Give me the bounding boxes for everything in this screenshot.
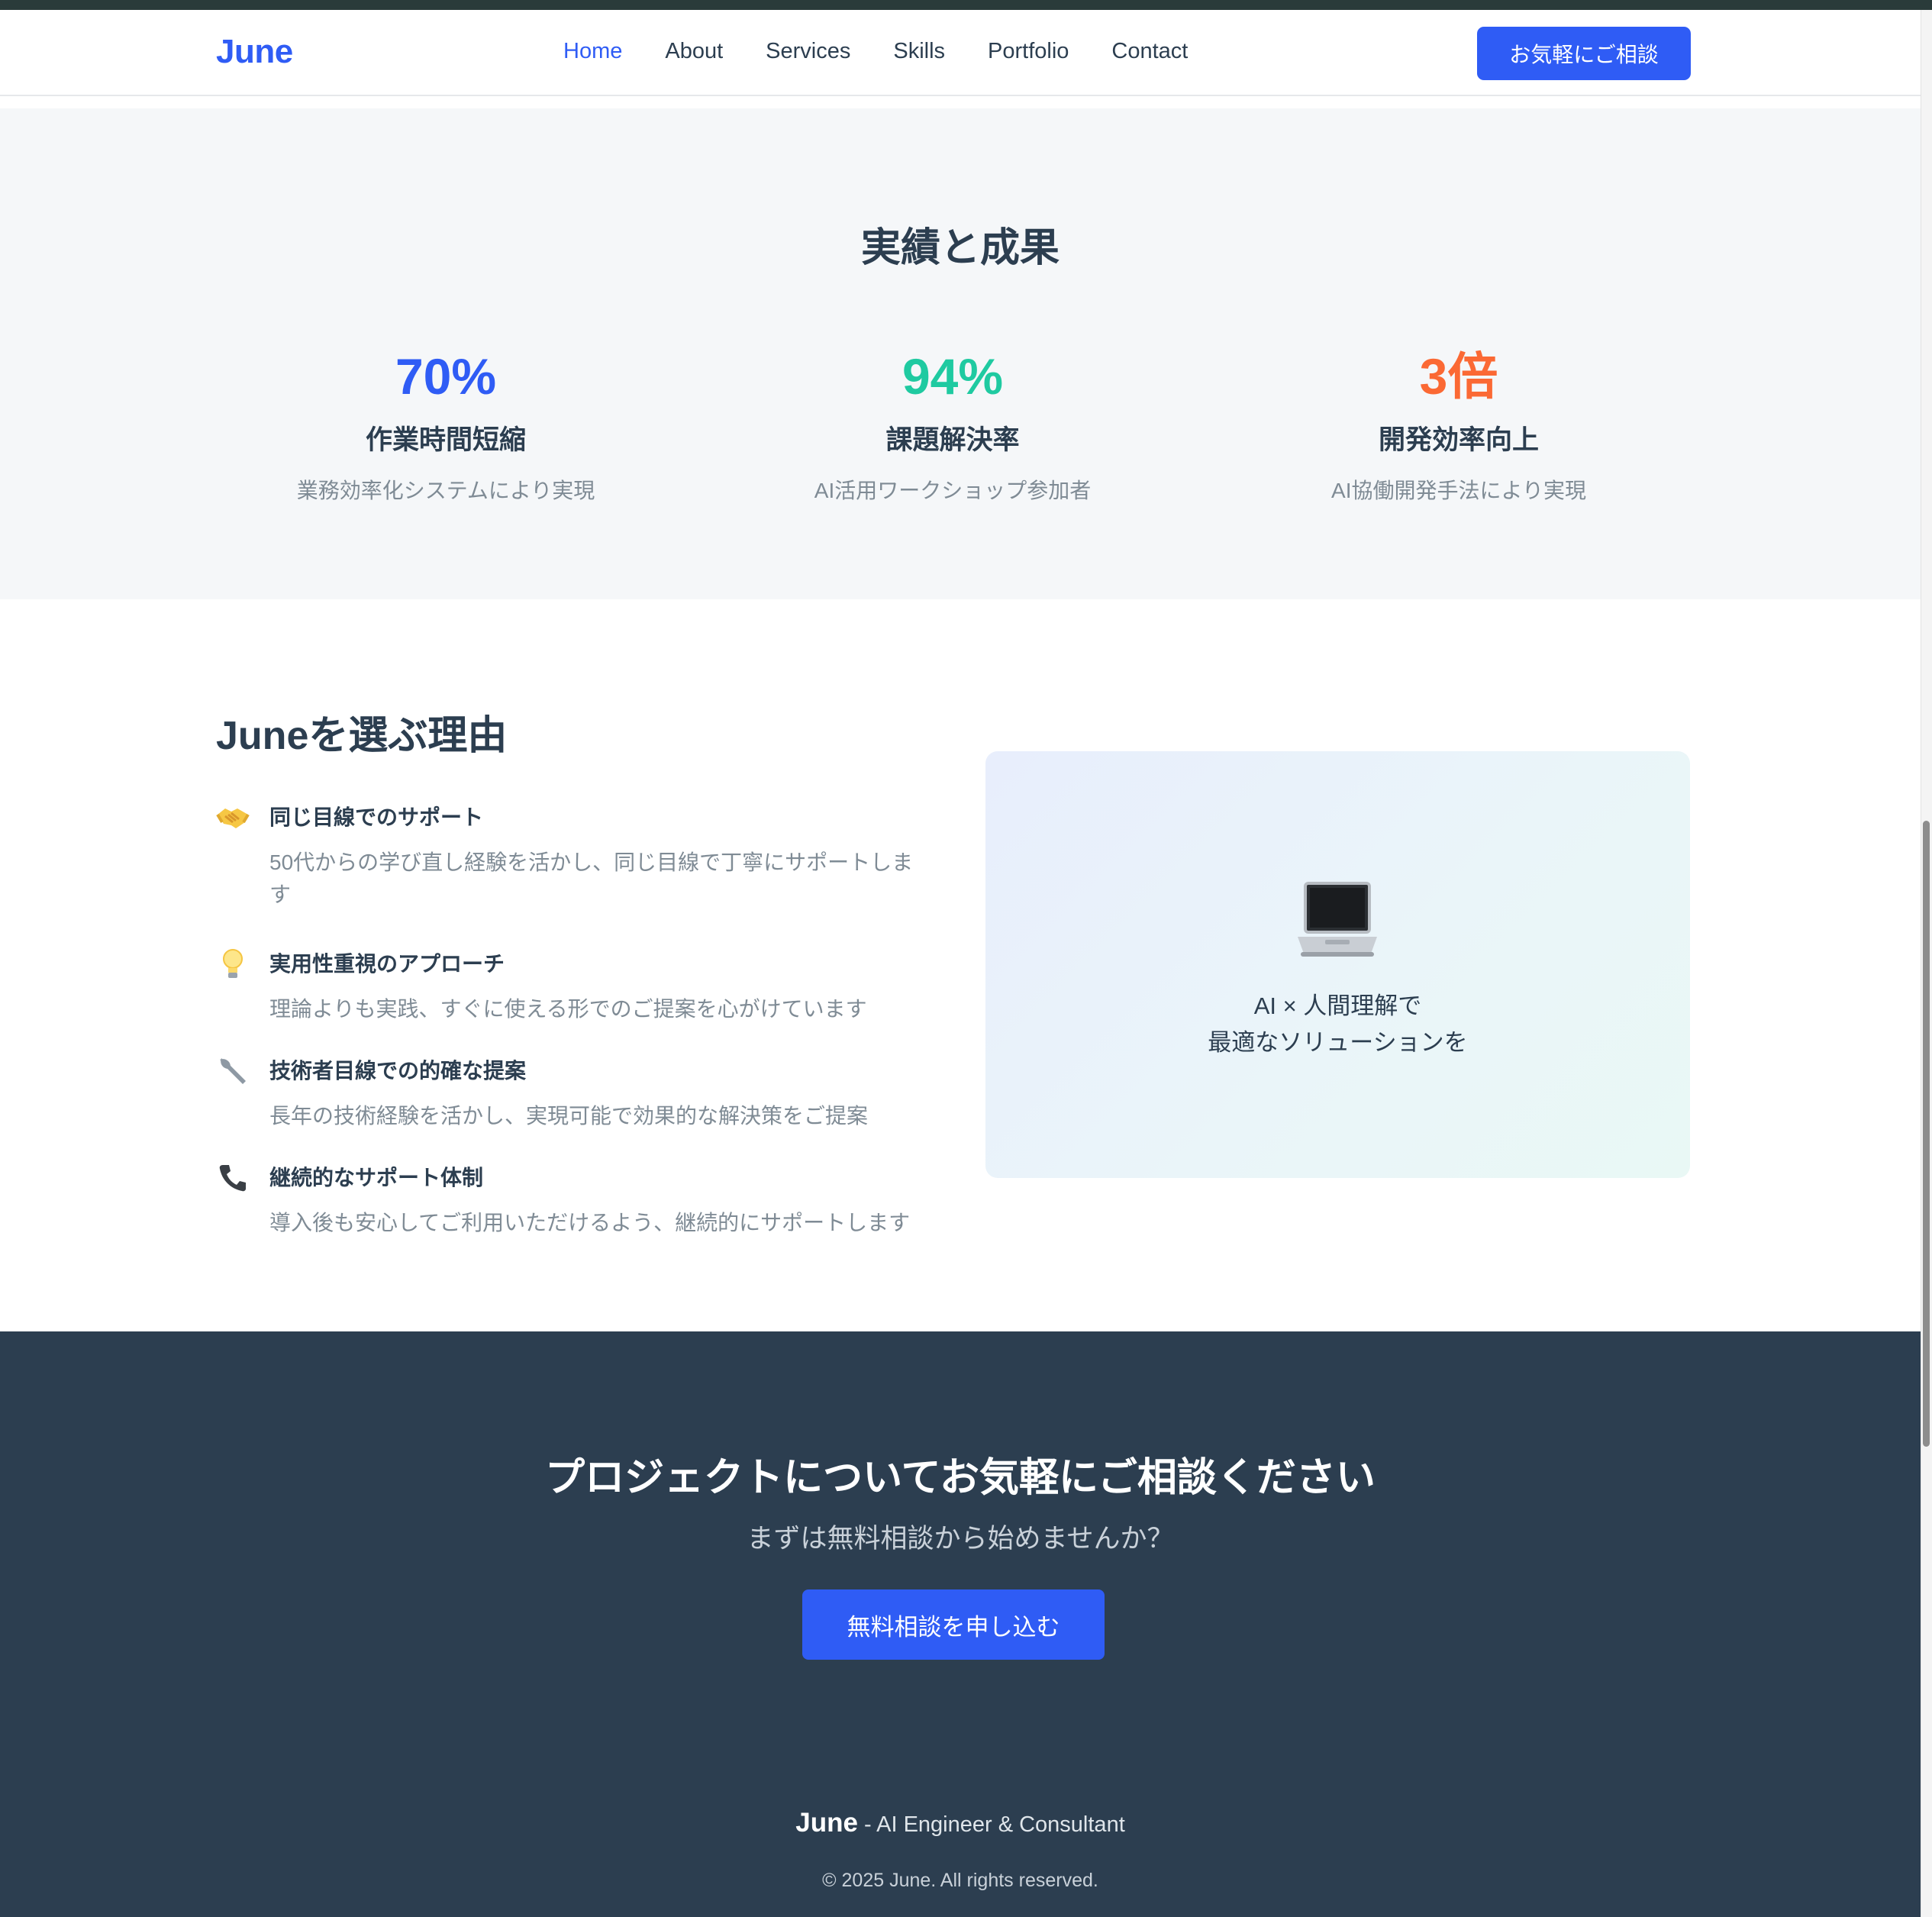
stat-value: 94% (901, 348, 1004, 405)
footer-brand-line: June - AI Engineer & Consultant (0, 1808, 1921, 1838)
nav-home[interactable]: Home (563, 39, 622, 64)
main-nav: Home About Services Skills Portfolio Con… (563, 39, 1230, 64)
reason-title: 同じ目線でのサポート (269, 805, 484, 829)
page: June Home About Services Skills Portfoli… (0, 10, 1921, 1917)
reason-item: 技術者目線での的確な提案 長年の技術経験を活かし、実現可能で効果的な解決策をご提… (216, 1054, 934, 1132)
stats-title: 実績と成果 (860, 226, 1060, 270)
nav-services[interactable]: Services (766, 39, 850, 64)
stats-section: 実績と成果 70% 作業時間短縮 業務効率化システムにより実現 94% 課題解決… (0, 108, 1921, 599)
stat-value: 70% (395, 348, 497, 405)
stat-desc: AI協働開発手法により実現 (1331, 479, 1586, 502)
wrench-icon (216, 1054, 250, 1088)
footer-copyright: © 2025 June. All rights reserved. (822, 1870, 1098, 1891)
nav-about[interactable]: About (665, 39, 723, 64)
stat-label: 開発効率向上 (1378, 425, 1539, 455)
handshake-icon (216, 801, 250, 834)
lightbulb-icon (216, 947, 250, 981)
footer-brand: June (795, 1808, 858, 1838)
stat-label: 作業時間短縮 (365, 425, 526, 455)
visual-line-1: AI × 人間理解で (1253, 992, 1422, 1019)
phone-icon (216, 1161, 250, 1195)
reason-title: 技術者目線での的確な提案 (269, 1059, 527, 1083)
reason-desc: 理論よりも実践、すぐに使える形でのご提案を心がけています (269, 997, 867, 1021)
browser-frame-top (0, 0, 1932, 10)
visual-card: AI × 人間理解で 最適なソリューションを (985, 751, 1690, 1178)
nav-contact[interactable]: Contact (1111, 39, 1188, 64)
nav-portfolio[interactable]: Portfolio (988, 39, 1069, 64)
reason-desc: 導入後も安心してご利用いただけるよう、継続的にサポートします (269, 1211, 911, 1234)
visual-line-2: 最適なソリューションを (1208, 1029, 1468, 1056)
reason-item: 継続的なサポート体制 導入後も安心してご利用いただけるよう、継続的にサポートしま… (216, 1161, 934, 1239)
reason-desc: 長年の技術経験を活かし、実現可能で効果的な解決策をご提案 (269, 1104, 869, 1128)
stat-desc: 業務効率化システムにより実現 (296, 479, 595, 502)
reason-title: 実用性重視のアプローチ (269, 952, 505, 976)
nav-skills[interactable]: Skills (893, 39, 945, 64)
stat-label: 課題解決率 (885, 425, 1020, 455)
laptop-icon (1295, 877, 1380, 967)
cta-section: プロジェクトについてお気軽にご相談ください まずは無料相談から始めませんか？ 無… (0, 1331, 1921, 1917)
footer-tagline: - AI Engineer & Consultant (857, 1812, 1125, 1837)
reason-title: 継続的なサポート体制 (269, 1166, 484, 1189)
logo[interactable]: June (216, 33, 293, 71)
stat-item: 70% 作業時間短縮 業務効率化システムにより実現 (179, 351, 713, 505)
stat-item: 3倍 開発効率向上 AI協働開発手法により実現 (1192, 351, 1726, 505)
stat-desc: AI活用ワークショップ参加者 (814, 479, 1092, 502)
cta-title: プロジェクトについてお気軽にご相談ください (545, 1456, 1376, 1500)
reason-item: 同じ目線でのサポート 50代からの学び直し経験を活かし、同じ目線で丁寧にサポート… (216, 801, 934, 911)
why-title: Juneを選ぶ理由 (216, 714, 508, 758)
stat-item: 94% 課題解決率 AI活用ワークショップ参加者 (685, 351, 1220, 505)
header-consult-button[interactable]: お気軽にご相談 (1477, 27, 1691, 80)
cta-subtitle: まずは無料相談から始めませんか？ (747, 1524, 1174, 1554)
reason-item: 実用性重視のアプローチ 理論よりも実践、すぐに使える形でのご提案を心がけています (216, 947, 934, 1025)
site-header: June Home About Services Skills Portfoli… (0, 10, 1921, 96)
scrollbar-thumb[interactable] (1923, 821, 1930, 1447)
free-consult-button[interactable]: 無料相談を申し込む (802, 1589, 1105, 1660)
stat-value: 3倍 (1419, 348, 1498, 405)
reason-desc: 50代からの学び直し経験を活かし、同じ目線で丁寧にサポートします (269, 850, 914, 906)
